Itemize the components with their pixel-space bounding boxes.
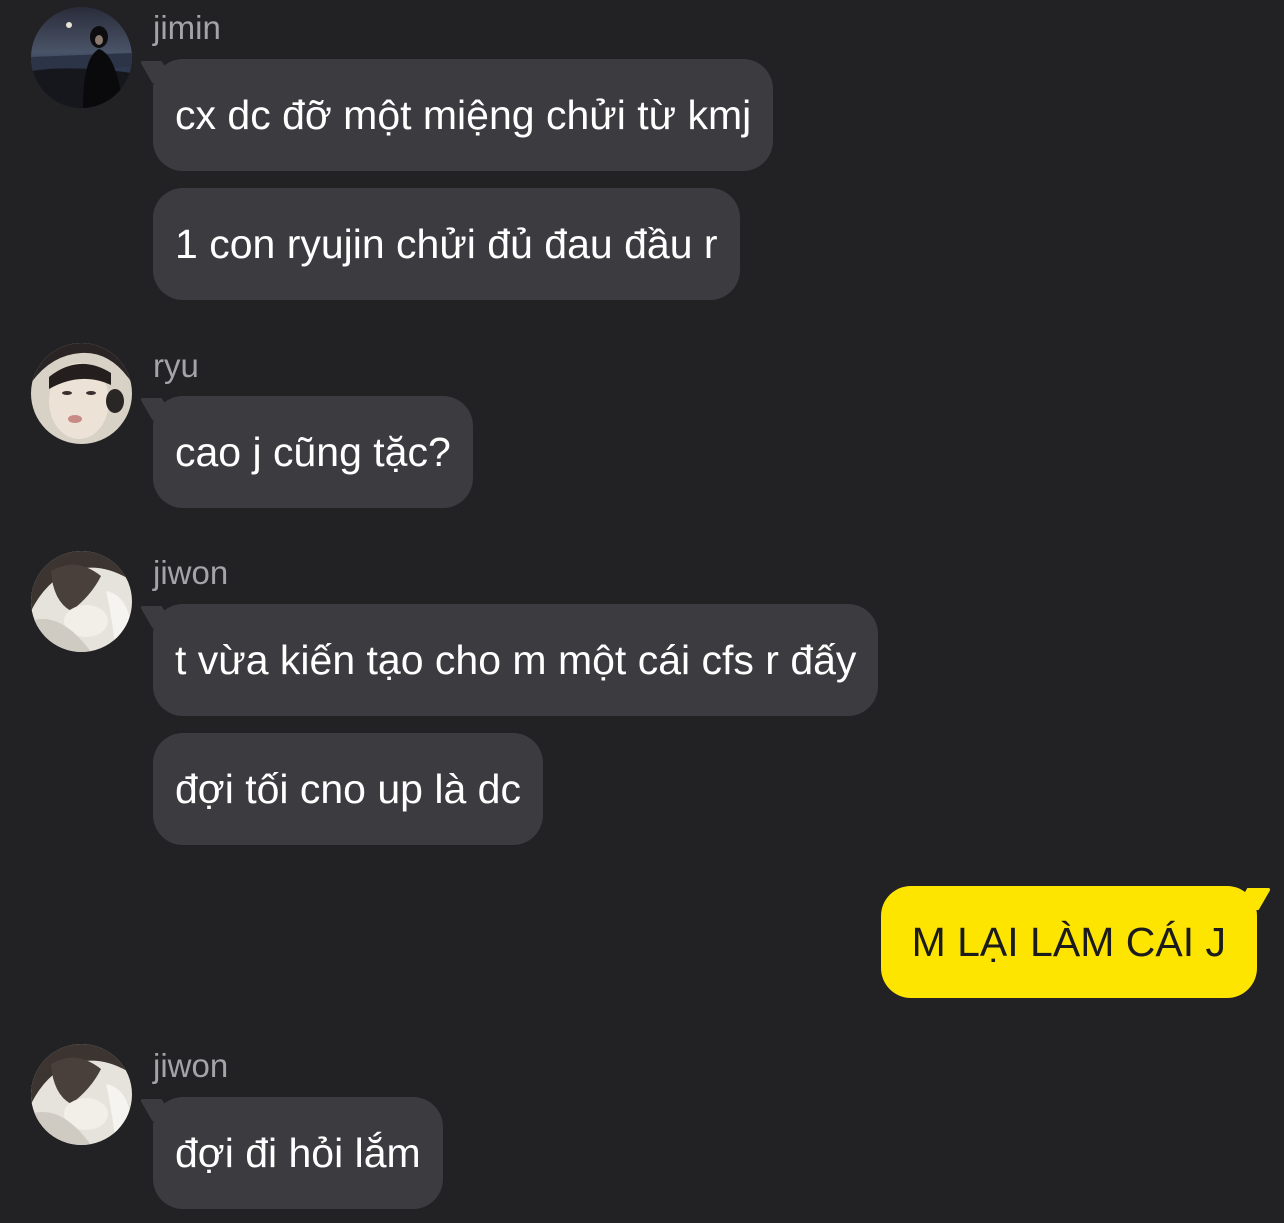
message-bubble[interactable]: đợi tối cno up là dc	[153, 733, 543, 845]
sender-name: ryu	[153, 347, 199, 384]
avatar-portrait-image	[31, 551, 132, 652]
avatar-jimin[interactable]	[31, 7, 132, 108]
my-message-bubble[interactable]: M LẠI LÀM CÁI J	[880, 886, 1257, 998]
avatar-portrait-image	[31, 343, 132, 444]
sender-name: jimin	[153, 9, 221, 46]
avatar-jiwon[interactable]	[31, 551, 132, 652]
message-bubble[interactable]: 1 con ryujin chửi đủ đau đầu r	[153, 188, 740, 300]
avatar-ryu[interactable]	[31, 343, 132, 444]
message-bubble[interactable]: đợi đi hỏi lắm	[153, 1097, 443, 1209]
avatar-jiwon[interactable]	[31, 1044, 132, 1145]
avatar-portrait-image	[31, 1044, 132, 1145]
avatar-night-sea-image	[31, 7, 132, 108]
message-bubble[interactable]: cao j cũng tặc?	[153, 396, 473, 508]
message-bubble[interactable]: cx dc đỡ một miệng chửi từ kmj	[153, 59, 774, 171]
sender-name: jiwon	[153, 554, 229, 591]
sender-name: jiwon	[153, 1047, 229, 1084]
message-bubble[interactable]: t vừa kiến tạo cho m một cái cfs r đấy	[153, 604, 879, 716]
